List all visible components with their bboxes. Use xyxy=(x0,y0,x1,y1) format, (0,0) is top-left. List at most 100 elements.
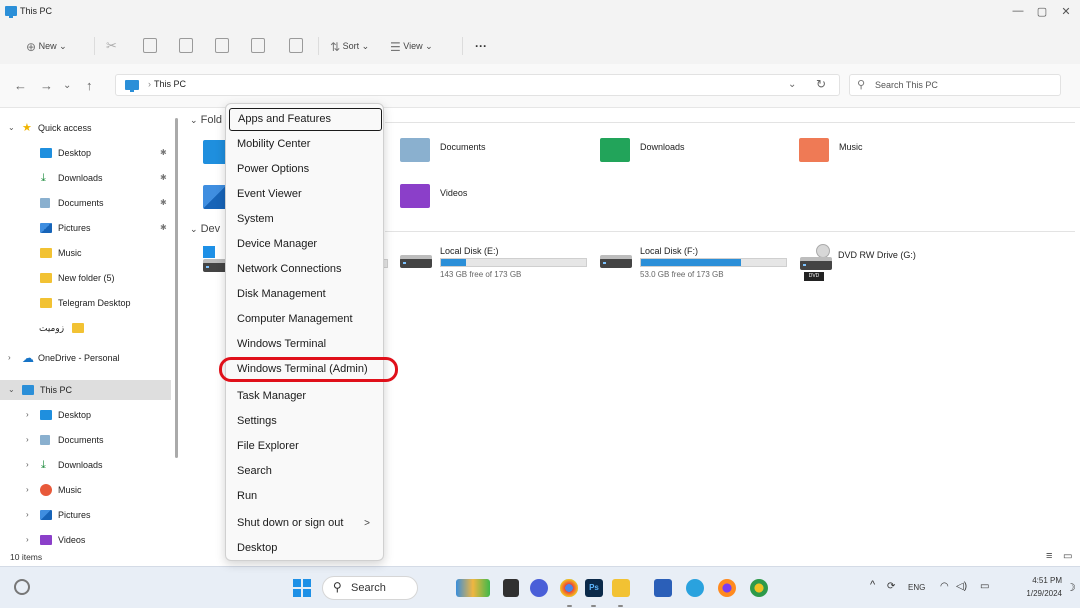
start-button[interactable] xyxy=(293,579,311,597)
share-icon[interactable] xyxy=(251,38,265,53)
menu-item-event-viewer[interactable]: Event Viewer xyxy=(229,183,382,206)
chevron-right-icon[interactable]: › xyxy=(26,405,36,425)
sidebar-item-new-folder[interactable]: New folder (5) xyxy=(0,268,170,288)
recent-locations-button[interactable]: ⌄ xyxy=(63,80,71,91)
chevron-down-icon[interactable]: ⌄ xyxy=(8,118,18,138)
sidebar-item-pc-downloads[interactable]: › ⤓ Downloads xyxy=(0,455,170,475)
cut-icon[interactable]: ✂ xyxy=(106,36,117,56)
drive-tile-f[interactable]: Local Disk (F:) 53.0 GB free of 173 GB xyxy=(600,244,790,284)
media-app-icon[interactable] xyxy=(503,579,519,597)
taskbar-search[interactable]: ⚲ Search xyxy=(322,576,418,600)
chevron-right-icon[interactable]: › xyxy=(26,430,36,450)
menu-item-disk-management[interactable]: Disk Management xyxy=(229,283,382,306)
chevron-right-icon[interactable]: › xyxy=(26,480,36,500)
windows-drive-icon[interactable] xyxy=(203,246,215,258)
clock[interactable]: 4:51 PM 1/29/2024 xyxy=(1018,574,1062,600)
drive-tile-e[interactable]: Local Disk (E:) 143 GB free of 173 GB xyxy=(400,244,590,284)
menu-item-device-manager[interactable]: Device Manager xyxy=(229,233,382,256)
menu-item-system[interactable]: System xyxy=(229,208,382,231)
word-icon[interactable] xyxy=(654,579,672,597)
paste-icon[interactable] xyxy=(179,38,193,53)
sidebar-item-onedrive[interactable]: › ☁ OneDrive - Personal xyxy=(0,348,170,368)
sidebar-item-pc-videos[interactable]: › Videos xyxy=(0,530,170,550)
game-app-icon[interactable] xyxy=(456,579,490,597)
folder-tile-videos[interactable]: Videos xyxy=(400,184,580,214)
pin-icon[interactable]: ✱ xyxy=(160,168,167,188)
search-input[interactable]: ⚲ Search This PC xyxy=(849,74,1061,96)
pictures-folder-icon[interactable] xyxy=(203,185,227,209)
menu-item-mobility-center[interactable]: Mobility Center xyxy=(229,133,382,156)
copy-icon[interactable] xyxy=(143,38,157,53)
chevron-right-icon[interactable]: › xyxy=(26,505,36,525)
chrome-icon[interactable] xyxy=(560,579,578,597)
menu-item-windows-terminal[interactable]: Windows Terminal xyxy=(229,333,382,356)
close-button[interactable]: ✕ xyxy=(1054,5,1078,21)
sidebar-item-zoomit[interactable]: زومیت xyxy=(0,318,170,338)
menu-item-file-explorer[interactable]: File Explorer xyxy=(229,435,382,458)
sync-icon[interactable]: ⟳ xyxy=(887,581,895,592)
telegram-icon[interactable] xyxy=(686,579,704,597)
sidebar-item-downloads[interactable]: ⤓ Downloads ✱ xyxy=(0,168,170,188)
battery-icon[interactable]: ▭ xyxy=(980,581,989,592)
menu-item-run[interactable]: Run xyxy=(229,485,382,508)
folders-group-header[interactable]: ⌄ Fold xyxy=(190,114,222,126)
menu-item-desktop[interactable]: Desktop xyxy=(229,537,382,560)
menu-item-search[interactable]: Search xyxy=(229,460,382,483)
sort-button[interactable]: ⇅ Sort ⌄ xyxy=(330,36,369,56)
refresh-button[interactable]: ↻ xyxy=(816,77,826,91)
sidebar-item-desktop[interactable]: Desktop ✱ xyxy=(0,143,170,163)
forward-button[interactable]: → xyxy=(40,78,53,93)
photoshop-icon[interactable]: Ps xyxy=(585,579,603,597)
folder-tile-music[interactable]: Music xyxy=(799,138,979,168)
sidebar-item-pc-music[interactable]: › Music xyxy=(0,480,170,500)
firefox-icon[interactable] xyxy=(718,579,736,597)
address-bar[interactable]: › This PC ⌄ ↻ xyxy=(115,74,840,96)
address-dropdown-icon[interactable]: ⌄ xyxy=(788,79,796,90)
sidebar-item-pictures[interactable]: Pictures ✱ xyxy=(0,218,170,238)
sidebar-item-music[interactable]: Music xyxy=(0,243,170,263)
widgets-icon[interactable] xyxy=(14,579,30,595)
folder-tile-downloads[interactable]: Downloads xyxy=(600,138,780,168)
menu-item-apps-features[interactable]: Apps and Features xyxy=(229,108,382,131)
menu-item-power-options[interactable]: Power Options xyxy=(229,158,382,181)
chevron-right-icon[interactable]: › xyxy=(26,455,36,475)
delete-icon[interactable] xyxy=(289,38,303,53)
sidebar-item-telegram-desktop[interactable]: Telegram Desktop xyxy=(0,293,170,313)
menu-item-shut-down[interactable]: Shut down or sign out > xyxy=(229,512,382,535)
folder-tile-documents[interactable]: Documents xyxy=(400,138,580,168)
wifi-icon[interactable]: ◠ xyxy=(940,581,949,592)
more-options-button[interactable]: ··· xyxy=(475,36,487,56)
chat-icon[interactable] xyxy=(530,579,548,597)
view-button[interactable]: ☰ View ⌄ xyxy=(390,36,433,56)
chevron-right-icon[interactable]: › xyxy=(8,348,18,368)
menu-item-computer-management[interactable]: Computer Management xyxy=(229,308,382,331)
rename-icon[interactable] xyxy=(215,38,229,53)
language-indicator[interactable]: ENG xyxy=(908,583,925,592)
sidebar-item-pc-documents[interactable]: › Documents xyxy=(0,430,170,450)
sidebar-item-documents[interactable]: Documents ✱ xyxy=(0,193,170,213)
breadcrumb[interactable]: › This PC xyxy=(148,79,186,89)
new-button[interactable]: ⊕ New ⌄ xyxy=(26,36,67,56)
menu-item-settings[interactable]: Settings xyxy=(229,410,382,433)
sidebar-scrollbar[interactable] xyxy=(175,118,178,458)
drive-tile-dvd[interactable]: DVD DVD RW Drive (G:) xyxy=(800,244,990,284)
chevron-right-icon[interactable]: › xyxy=(26,530,36,550)
menu-item-network-connections[interactable]: Network Connections xyxy=(229,258,382,281)
back-button[interactable]: ← xyxy=(14,78,27,93)
sidebar-item-this-pc[interactable]: ⌄ This PC xyxy=(0,380,171,400)
show-hidden-icons-button[interactable]: ^ xyxy=(870,579,875,591)
sidebar-item-quick-access[interactable]: ⌄ ★ Quick access xyxy=(0,118,170,138)
notification-icon[interactable]: ☽ xyxy=(1066,581,1076,594)
up-button[interactable]: ↑ xyxy=(86,78,93,93)
sidebar-item-pc-pictures[interactable]: › Pictures xyxy=(0,505,170,525)
chevron-down-icon[interactable]: ⌄ xyxy=(8,380,18,400)
pin-icon[interactable]: ✱ xyxy=(160,143,167,163)
pin-icon[interactable]: ✱ xyxy=(160,193,167,213)
minimize-button[interactable]: — xyxy=(1006,5,1030,21)
maximize-button[interactable]: ▢ xyxy=(1030,5,1054,21)
devices-group-header[interactable]: ⌄ Dev xyxy=(190,223,220,235)
details-view-icon[interactable]: ≡ xyxy=(1046,550,1052,562)
desktop-folder-icon[interactable] xyxy=(203,140,227,164)
sidebar-item-pc-desktop[interactable]: › Desktop xyxy=(0,405,170,425)
download-manager-icon[interactable] xyxy=(750,579,768,597)
